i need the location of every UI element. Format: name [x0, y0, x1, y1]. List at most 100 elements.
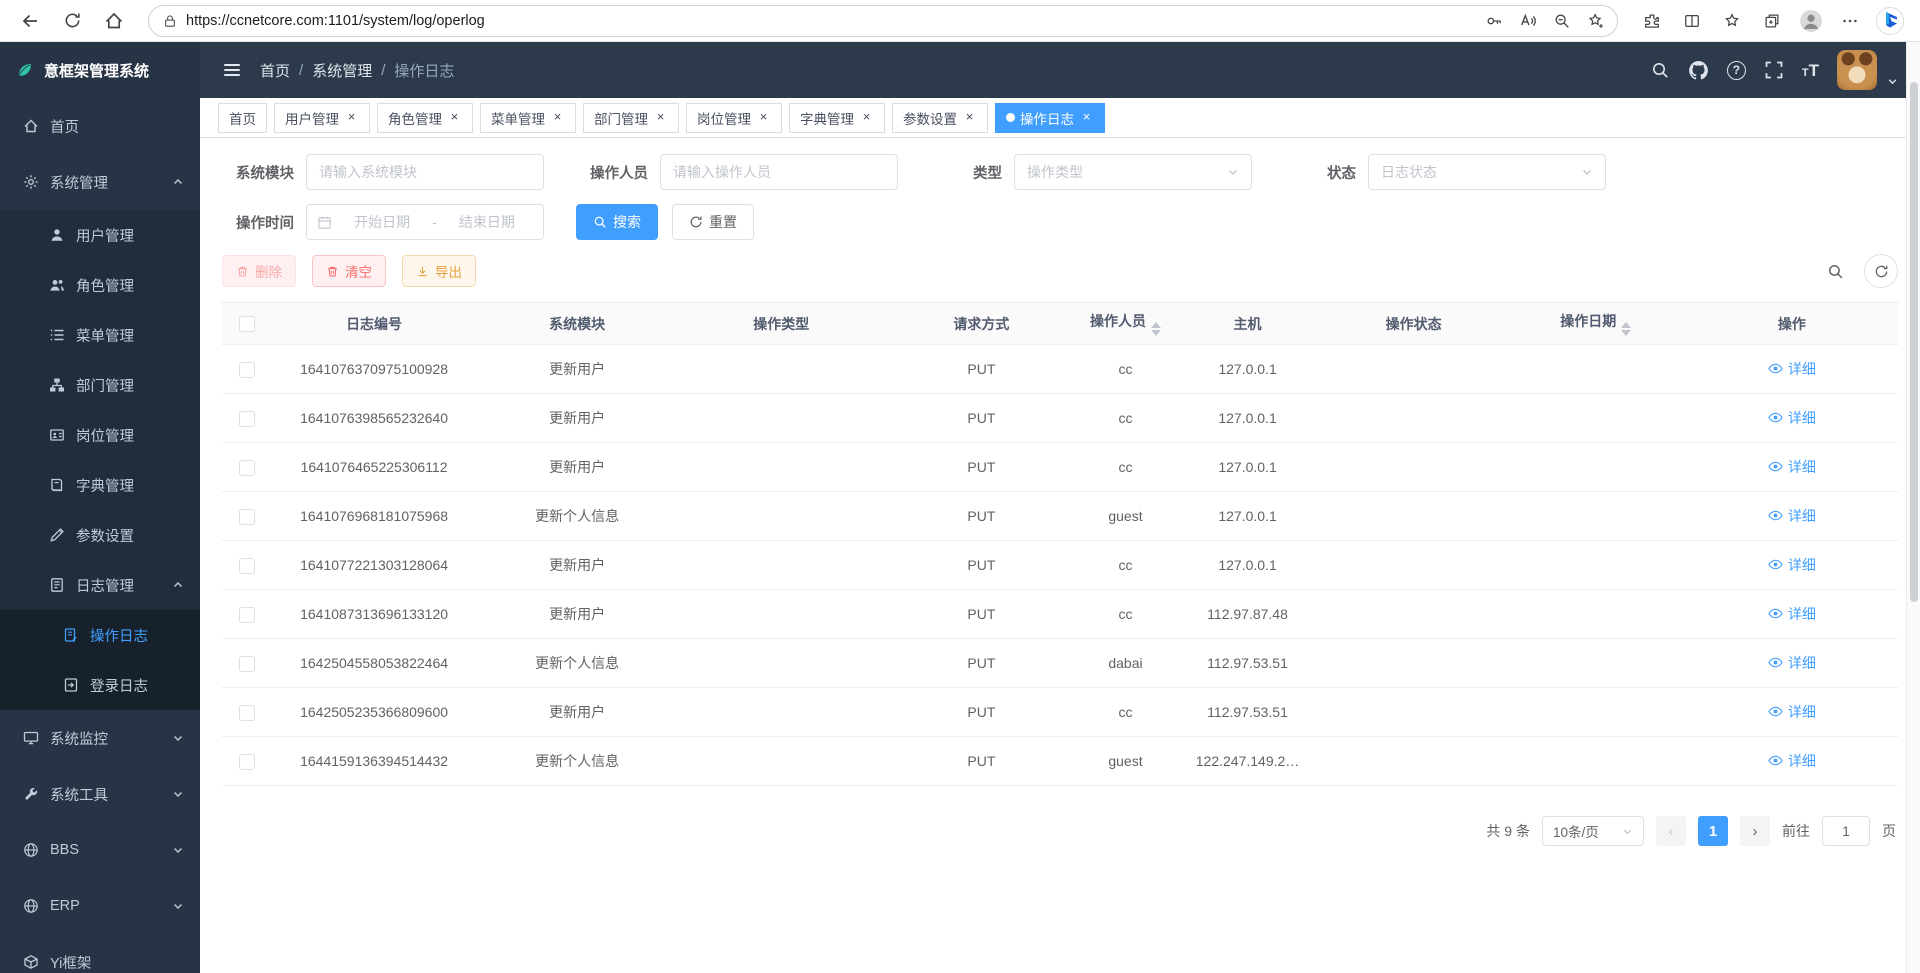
clear-button[interactable]: 清空 — [312, 255, 386, 287]
close-icon[interactable]: × — [653, 110, 668, 125]
fullscreen-icon[interactable] — [1764, 60, 1784, 80]
export-button[interactable]: 导出 — [402, 255, 476, 287]
detail-link[interactable]: 详细 — [1768, 506, 1816, 526]
type-select[interactable]: 操作类型 — [1014, 154, 1252, 190]
module-input[interactable] — [306, 154, 544, 190]
page-1-button[interactable]: 1 — [1698, 816, 1728, 846]
detail-link[interactable]: 详细 — [1768, 359, 1816, 379]
tab-role-mgmt[interactable]: 角色管理× — [377, 103, 473, 133]
address-bar[interactable]: https://ccnetcore.com:1101/system/log/op… — [148, 5, 1618, 37]
detail-link[interactable]: 详细 — [1768, 751, 1816, 771]
scrollbar-thumb[interactable] — [1910, 82, 1918, 602]
sidebar-item-bbs[interactable]: BBS — [0, 822, 200, 878]
close-icon[interactable]: × — [756, 110, 771, 125]
refresh-table-icon[interactable] — [1864, 254, 1898, 288]
tab-dept-mgmt[interactable]: 部门管理× — [583, 103, 679, 133]
show-search-toggle-icon[interactable] — [1818, 254, 1852, 288]
close-icon[interactable]: × — [447, 110, 462, 125]
goto-page-input[interactable] — [1822, 816, 1870, 846]
sidebar-item-dept-mgmt[interactable]: 部门管理 — [0, 360, 200, 410]
tab-post-mgmt[interactable]: 岗位管理× — [686, 103, 782, 133]
tab-dict-mgmt[interactable]: 字典管理× — [789, 103, 885, 133]
sidebar-item-home[interactable]: 首页 — [0, 98, 200, 154]
detail-link[interactable]: 详细 — [1768, 604, 1816, 624]
detail-link[interactable]: 详细 — [1768, 702, 1816, 722]
font-size-icon[interactable]: TT — [1802, 62, 1819, 79]
detail-link[interactable]: 详细 — [1768, 653, 1816, 673]
sidebar-item-system-tools[interactable]: 系统工具 — [0, 766, 200, 822]
sidebar-item-log-mgmt[interactable]: 日志管理 — [0, 560, 200, 610]
sidebar-item-system-mgmt[interactable]: 系统管理 — [0, 154, 200, 210]
tab-home[interactable]: 首页 — [218, 103, 267, 133]
favorites-icon[interactable] — [1714, 4, 1750, 38]
sidebar-item-role-mgmt[interactable]: 角色管理 — [0, 260, 200, 310]
operator-input[interactable] — [660, 154, 898, 190]
sidebar-item-oper-log[interactable]: 操作日志 — [0, 610, 200, 660]
status-select[interactable]: 日志状态 — [1368, 154, 1606, 190]
bing-copilot-icon[interactable] — [1872, 4, 1908, 38]
add-favorite-icon[interactable] — [1581, 7, 1611, 35]
extensions-icon[interactable] — [1634, 4, 1670, 38]
page-content: 系统模块 操作人员 类型 操作类型 — [200, 138, 1920, 973]
det​ail-link[interactable]: 详细 — [1768, 555, 1816, 575]
tab-oper-log[interactable]: 操作日志× — [995, 103, 1105, 133]
row-checkbox[interactable] — [239, 754, 255, 770]
sidebar-item-system-monitor[interactable]: 系统监控 — [0, 710, 200, 766]
delete-button[interactable]: 删除 — [222, 255, 296, 287]
breadcrumb-system-mgmt[interactable]: 系统管理 — [312, 60, 372, 81]
sidebar-item-param-settings[interactable]: 参数设置 — [0, 510, 200, 560]
collections-icon[interactable] — [1754, 4, 1790, 38]
row-checkbox[interactable] — [239, 509, 255, 525]
row-checkbox[interactable] — [239, 411, 255, 427]
profile-avatar[interactable] — [1794, 4, 1828, 38]
help-icon[interactable]: ? — [1727, 61, 1746, 80]
app-logo[interactable]: 意框架管理系统 — [0, 42, 200, 98]
user-avatar[interactable] — [1837, 50, 1877, 90]
github-icon[interactable] — [1688, 60, 1709, 81]
sidebar-item-dict-mgmt[interactable]: 字典管理 — [0, 460, 200, 510]
tab-menu-mgmt[interactable]: 菜单管理× — [480, 103, 576, 133]
back-icon[interactable] — [12, 4, 48, 38]
close-icon[interactable]: × — [550, 110, 565, 125]
hamburger-icon[interactable] — [222, 60, 242, 80]
detail-link[interactable]: 详细 — [1768, 457, 1816, 477]
page-scrollbar[interactable] — [1906, 42, 1920, 973]
tab-user-mgmt[interactable]: 用户管理× — [274, 103, 370, 133]
date-range-picker[interactable]: 开始日期 - 结束日期 — [306, 204, 544, 240]
sidebar-item-erp[interactable]: ERP — [0, 878, 200, 934]
zoom-out-icon[interactable] — [1547, 7, 1577, 35]
passwords-key-icon[interactable] — [1479, 7, 1509, 35]
header-oper-date-sortable[interactable]: 操作日期 — [1506, 303, 1686, 345]
search-icon[interactable] — [1650, 60, 1670, 80]
prev-page-button[interactable]: ‹ — [1656, 816, 1686, 846]
row-checkbox[interactable] — [239, 705, 255, 721]
close-icon[interactable]: × — [1079, 110, 1094, 125]
sidebar-item-login-log[interactable]: 登录日志 — [0, 660, 200, 710]
detail-link[interactable]: 详细 — [1768, 408, 1816, 428]
search-button[interactable]: 搜索 — [576, 204, 658, 240]
sidebar-item-menu-mgmt[interactable]: 菜单管理 — [0, 310, 200, 360]
next-page-button[interactable]: › — [1740, 816, 1770, 846]
split-screen-icon[interactable] — [1674, 4, 1710, 38]
more-options-icon[interactable] — [1832, 4, 1868, 38]
sidebar-item-yi-framework[interactable]: Yi框架 — [0, 934, 200, 973]
breadcrumb-home[interactable]: 首页 — [260, 60, 290, 81]
reset-button[interactable]: 重置 — [672, 204, 754, 240]
row-checkbox[interactable] — [239, 607, 255, 623]
tab-param-settings[interactable]: 参数设置× — [892, 103, 988, 133]
header-operator-sortable[interactable]: 操作人员 — [1077, 303, 1173, 345]
row-checkbox[interactable] — [239, 558, 255, 574]
row-checkbox[interactable] — [239, 460, 255, 476]
sidebar-item-post-mgmt[interactable]: 岗位管理 — [0, 410, 200, 460]
close-icon[interactable]: × — [962, 110, 977, 125]
select-all-checkbox[interactable] — [239, 316, 255, 332]
row-checkbox[interactable] — [239, 362, 255, 378]
page-size-select[interactable]: 10条/页 — [1542, 816, 1644, 846]
row-checkbox[interactable] — [239, 656, 255, 672]
browser-home-icon[interactable] — [96, 4, 132, 38]
refresh-icon[interactable] — [54, 4, 90, 38]
close-icon[interactable]: × — [344, 110, 359, 125]
sidebar-item-user-mgmt[interactable]: 用户管理 — [0, 210, 200, 260]
close-icon[interactable]: × — [859, 110, 874, 125]
read-aloud-icon[interactable] — [1513, 7, 1543, 35]
